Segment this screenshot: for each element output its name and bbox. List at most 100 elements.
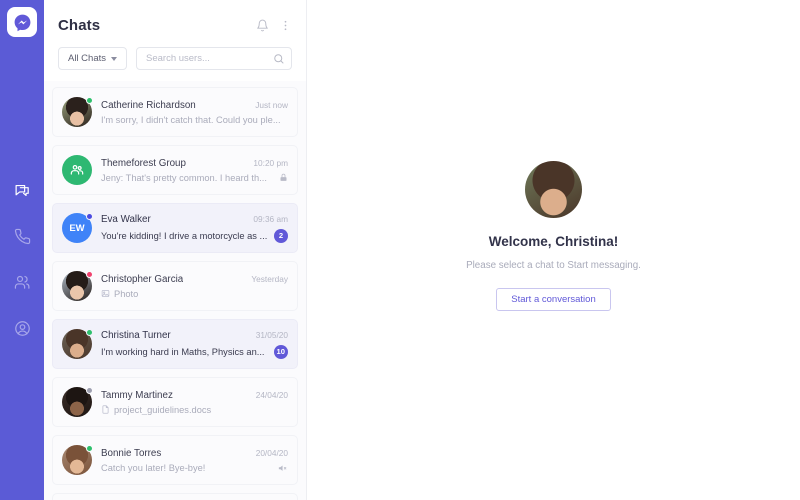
chat-item-body: Bonnie Torres 20/04/20 Catch you later! By… (101, 448, 288, 473)
chat-item-preview-text: You're kidding! I drive a motorcycle as … (101, 230, 268, 241)
chat-item-bottom-row: project_guidelines.docs (101, 405, 288, 415)
header-row: Chats (58, 12, 292, 38)
lock-icon (280, 173, 287, 181)
chat-item-time: 10:20 pm (253, 157, 288, 168)
chat-item-name: Christina Turner (101, 329, 171, 341)
status-dot-offline (86, 387, 93, 394)
more-options-button[interactable] (279, 19, 292, 32)
app-logo[interactable] (7, 7, 37, 37)
chat-item-time: Just now (255, 99, 288, 110)
unread-badge: 2 (274, 228, 288, 243)
chat-item-top-row: Eva Walker 09:36 am (101, 214, 288, 225)
sidebar-item-calls[interactable] (7, 225, 37, 247)
chevron-down-icon (111, 56, 117, 61)
status-dot-busy (86, 213, 93, 220)
search-button[interactable] (273, 52, 285, 70)
chat-item-top-row: Tammy Martinez 24/04/20 (101, 390, 288, 401)
chats-icon (15, 184, 29, 196)
chat-filter-label: All Chats (67, 53, 106, 64)
chat-item-body: Themeforest Group 10:20 pm Jeny: That's pr… (101, 158, 288, 183)
chat-item-time: Yesterday (251, 273, 288, 284)
chat-list-item[interactable]: Christina Turner 31/05/20 I'm working hard… (52, 319, 298, 369)
chat-item-bottom-row: I'm working hard in Maths, Physics an...… (101, 344, 288, 359)
avatar-wrapper (62, 155, 92, 185)
search-input[interactable] (136, 47, 292, 70)
avatar (525, 161, 582, 218)
chat-item-top-row: Catherine Richardson Just now (101, 100, 288, 111)
status-dot-online (86, 445, 93, 452)
rail-nav-list (7, 179, 37, 339)
search-icon (274, 54, 284, 64)
chat-item-preview-text: Jeny: That's pretty common. I heard th..… (101, 172, 267, 183)
chat-list-column: Chats All Chats Search users... Catherin… (44, 0, 307, 500)
notifications-button[interactable] (256, 19, 269, 32)
chat-item-preview: I'm sorry, I didn't catch that. Could yo… (101, 115, 281, 125)
avatar-wrapper (62, 387, 93, 417)
chat-item-preview-text: Catch you later! Bye-bye! (101, 462, 206, 473)
lock-icon (279, 173, 288, 182)
status-dot-online (86, 329, 93, 336)
sidebar-item-chats[interactable] (7, 179, 37, 201)
chat-list-item[interactable]: Catherine Richardson Just now I'm sorry, I… (52, 87, 298, 137)
app-root: Chats All Chats Search users... Catherin… (0, 0, 800, 500)
group-icon (70, 165, 84, 175)
welcome-card: Welcome, Christina! Please select a chat… (466, 161, 641, 311)
chat-list-header: Chats All Chats Search users... (44, 0, 306, 81)
chat-filter-dropdown[interactable]: All Chats (58, 47, 127, 70)
contacts-icon (14, 275, 29, 289)
page-title: Chats (58, 16, 101, 34)
chat-item-top-row: Bonnie Torres 20/04/20 (101, 448, 288, 459)
chat-list-item[interactable]: Tammy Martinez 24/04/20 project_guidelines… (52, 377, 298, 427)
chat-item-name: Christopher Garcia (101, 273, 184, 285)
chat-item-name: Eva Walker (101, 213, 151, 225)
chat-item-name: Catherine Richardson (101, 99, 196, 111)
chat-item-preview-text: I'm working hard in Maths, Physics an... (101, 346, 265, 357)
chat-item-time: 09:36 am (253, 213, 288, 224)
chat-item-bottom-row: Photo (101, 289, 288, 299)
welcome-subtitle: Please select a chat to Start messaging. (466, 260, 641, 271)
chat-item-name: Bonnie Torres (101, 447, 162, 459)
chat-item-top-row: Christopher Garcia Yesterday (101, 274, 288, 285)
chat-item-name: Tammy Martinez (101, 389, 173, 401)
start-conversation-button[interactable]: Start a conversation (496, 288, 611, 311)
status-dot-busy (86, 271, 93, 278)
main-panel: Welcome, Christina! Please select a chat… (307, 0, 800, 500)
chat-list-item[interactable]: EW Eva Walker 09:36 am You're kidding! I dr… (52, 203, 298, 253)
avatar (62, 155, 92, 185)
image-icon (101, 289, 110, 298)
avatar-wrapper (62, 445, 93, 475)
chat-list-item[interactable]: Bonnie Torres 20/04/20 Catch you later! By… (52, 435, 298, 485)
chat-item-preview: Jeny: That's pretty common. I heard th..… (101, 173, 267, 183)
chat-item-top-row: Christina Turner 31/05/20 (101, 330, 288, 341)
phone-icon (14, 228, 30, 244)
chat-item-top-row: Themeforest Group 10:20 pm (101, 158, 288, 169)
chat-item-bottom-row: I'm sorry, I didn't catch that. Could yo… (101, 115, 288, 125)
bell-icon (257, 19, 268, 31)
chat-list-item[interactable]: Themeforest Group 10:20 pm Jeny: That's pr… (52, 145, 298, 195)
search-wrapper (136, 47, 292, 70)
unread-badge: 10 (273, 344, 288, 359)
welcome-title: Welcome, Christina! (488, 234, 619, 249)
chat-item-body: Tammy Martinez 24/04/20 project_guidelines… (101, 390, 288, 415)
chat-item-bottom-row: Catch you later! Bye-bye! (101, 463, 288, 473)
document-icon (101, 405, 110, 414)
sidebar-item-contacts[interactable] (7, 271, 37, 293)
chat-list[interactable]: Catherine Richardson Just now I'm sorry, I… (44, 81, 306, 500)
chat-item-preview: Catch you later! Bye-bye! (101, 463, 205, 473)
chat-item-time: 24/04/20 (255, 389, 288, 400)
avatar-wrapper (62, 97, 93, 127)
sidebar-item-profile[interactable] (7, 317, 37, 339)
chat-item-time: 20/04/20 (255, 447, 288, 458)
image-icon (101, 290, 110, 297)
chat-item-bottom-row: You're kidding! I drive a motorcycle as … (101, 228, 288, 243)
chat-list-item[interactable]: Christopher Garcia Yesterday Photo (52, 261, 298, 311)
avatar-wrapper (62, 271, 93, 301)
chat-item-body: Catherine Richardson Just now I'm sorry, I… (101, 100, 288, 125)
mute-icon (278, 463, 288, 473)
profile-icon (14, 320, 30, 336)
left-nav-rail (0, 0, 44, 500)
chat-list-item[interactable] (52, 493, 298, 500)
header-actions (256, 19, 292, 32)
chat-item-bottom-row: Jeny: That's pretty common. I heard th..… (101, 173, 288, 183)
avatar-wrapper (62, 329, 93, 359)
